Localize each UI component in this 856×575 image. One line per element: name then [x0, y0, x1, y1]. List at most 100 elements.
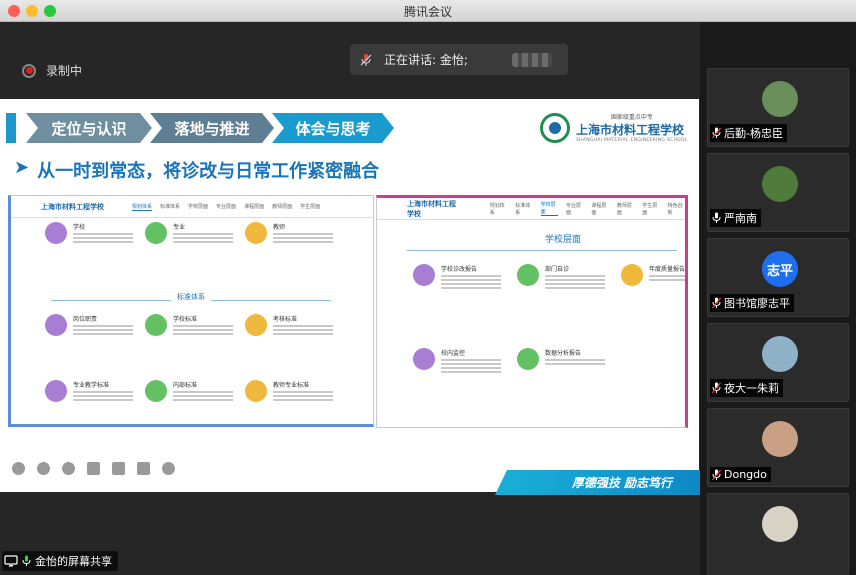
- screen-share-label: 金怡的屏幕共享: [2, 551, 118, 571]
- prev-slide-icon[interactable]: [12, 462, 25, 475]
- participant-name: 夜大一朱莉: [724, 382, 779, 395]
- left-shot-tab: 专业层面: [216, 204, 237, 210]
- participant-tile[interactable]: [707, 493, 849, 575]
- right-shot-tab: 标准体系: [515, 202, 531, 216]
- shared-screen: 定位与认识 落地与推进 体会与思考 国家级重点中专 上海市材料工程学校 SHAN…: [0, 99, 699, 492]
- right-card: 学校诊改报告: [413, 264, 501, 289]
- left-card: 学校标准: [145, 314, 233, 336]
- camera-icon[interactable]: [112, 462, 125, 475]
- right-shot-tab: 教师层面: [616, 202, 632, 216]
- left-card: 专业教学标准: [45, 380, 133, 402]
- pen-icon[interactable]: [62, 462, 75, 475]
- card-icon: [517, 348, 539, 370]
- logo-en: SHANGHAI MATERIAL ENGINEERING SCHOOL: [576, 138, 688, 143]
- left-shot-tab: 课程层面: [244, 204, 265, 210]
- subtitle-icon[interactable]: [137, 462, 150, 475]
- card-title: 学校: [73, 224, 86, 231]
- left-shot-tab: 规划体系: [132, 203, 153, 211]
- participant-tile[interactable]: Dongdo: [707, 408, 849, 487]
- speaking-indicator: 正在讲话: 金怡;: [350, 44, 568, 75]
- card-title: 校内监控: [441, 350, 466, 357]
- window-title: 腾讯会议: [403, 5, 452, 19]
- card-icon: [145, 222, 167, 244]
- participant-name-tag: 后勤-杨忠臣: [710, 124, 787, 142]
- participant-tile[interactable]: 严南南: [707, 153, 849, 232]
- card-title: 年度质量报告: [649, 266, 686, 273]
- left-card: 岗位职责: [45, 314, 133, 336]
- card-icon: [413, 348, 435, 370]
- avatar: 志平: [762, 251, 798, 287]
- next-slide-icon[interactable]: [37, 462, 50, 475]
- card-title: 学校标准: [173, 316, 198, 323]
- left-shot-tab: 教师层面: [272, 204, 293, 210]
- nav-step-2: 落地与推进: [150, 113, 274, 143]
- screenshot-icon[interactable]: [87, 462, 100, 475]
- annotation-toolbar: [12, 462, 175, 475]
- participant-name-tag: 严南南: [710, 209, 761, 227]
- avatar: [762, 421, 798, 457]
- card-title: 部门自诊: [545, 266, 570, 273]
- left-shot-logo: 上海市材料工程学校: [41, 202, 104, 211]
- recording-indicator[interactable]: 录制中: [22, 62, 82, 79]
- participant-name: 图书馆廖志平: [724, 297, 790, 310]
- left-card: 考核标准: [245, 314, 333, 336]
- slide-nav: 定位与认识 落地与推进 体会与思考: [0, 113, 394, 143]
- recording-label: 录制中: [46, 64, 83, 78]
- avatar: [762, 506, 798, 542]
- card-title: 岗位职责: [73, 316, 98, 323]
- mic-muted-icon: [712, 382, 721, 394]
- nav-step-1: 定位与认识: [26, 113, 152, 143]
- nav-accent: [6, 113, 16, 143]
- right-card: 年度质量报告: [621, 264, 686, 286]
- participant-tile[interactable]: 志平 图书馆廖志平: [707, 238, 849, 317]
- card-icon: [145, 380, 167, 402]
- right-shot-tab: 专业层面: [566, 202, 582, 216]
- school-seal-icon: [540, 112, 570, 143]
- speaking-label: 正在讲话: 金怡;: [384, 53, 468, 67]
- card-icon: [245, 314, 267, 336]
- mic-icon: [712, 212, 721, 224]
- mic-icon: [22, 555, 31, 567]
- card-title: 数据分析报告: [545, 350, 582, 357]
- participant-sidebar: 后勤-杨忠臣 严南南 志平 图书馆廖志平 夜大一朱莉 Dongdo: [700, 22, 856, 575]
- participant-name: 严南南: [724, 212, 757, 225]
- left-card: 专业: [145, 222, 233, 244]
- right-screenshot: 上海市材料工程学校 规划体系 标准体系 学校层面 专业层面 课程层面 教师层面 …: [376, 195, 688, 428]
- right-card: 校内监控: [413, 348, 501, 373]
- slide-title: ➤ 从一时到常态，将诊改与日常工作紧密融合: [14, 157, 379, 183]
- card-icon: [45, 222, 67, 244]
- school-logo: 国家级重点中专 上海市材料工程学校 SHANGHAI MATERIAL ENGI…: [540, 112, 688, 143]
- card-icon: [245, 222, 267, 244]
- screen-share-icon: [4, 555, 18, 567]
- left-card: 内部标准: [145, 380, 233, 402]
- mic-muted-icon: [712, 297, 721, 309]
- record-icon: [22, 63, 36, 78]
- avatar: [762, 336, 798, 372]
- left-card: 教师专业标准: [245, 380, 333, 402]
- more-icon[interactable]: [162, 462, 175, 475]
- card-title: 专业教学标准: [73, 382, 110, 389]
- title-bar: 腾讯会议: [0, 0, 856, 22]
- card-icon: [517, 264, 539, 286]
- right-shot-tab: 学生层面: [642, 202, 658, 216]
- participant-name-tag: 图书馆廖志平: [710, 294, 794, 312]
- participant-tile[interactable]: 夜大一朱莉: [707, 323, 849, 402]
- left-shot-header: 上海市材料工程学校 规划体系 标准体系 学校层面 专业层面 课程层面 教师层面 …: [11, 196, 373, 218]
- speaker-avatars: [512, 52, 552, 67]
- card-icon: [621, 264, 643, 286]
- right-card: 数据分析报告: [517, 348, 605, 370]
- mic-muted-icon: [712, 469, 721, 481]
- slide-title-text: 从一时到常态，将诊改与日常工作紧密融合: [37, 161, 380, 182]
- card-title: 教师专业标准: [273, 382, 310, 389]
- card-title: 学校诊改报告: [441, 266, 478, 273]
- card-title: 内部标准: [173, 382, 198, 389]
- right-shot-header: 上海市材料工程学校 规划体系 标准体系 学校层面 专业层面 课程层面 教师层面 …: [377, 198, 685, 220]
- avatar: [762, 81, 798, 117]
- left-card: 学校: [45, 222, 133, 244]
- participant-name: 后勤-杨忠臣: [724, 127, 783, 140]
- left-shot-tab: 标准体系: [160, 204, 181, 210]
- arrow-bullet-icon: ➤: [14, 157, 30, 178]
- card-icon: [413, 264, 435, 286]
- participant-tile[interactable]: 后勤-杨忠臣: [707, 68, 849, 147]
- participant-name: Dongdo: [724, 468, 767, 481]
